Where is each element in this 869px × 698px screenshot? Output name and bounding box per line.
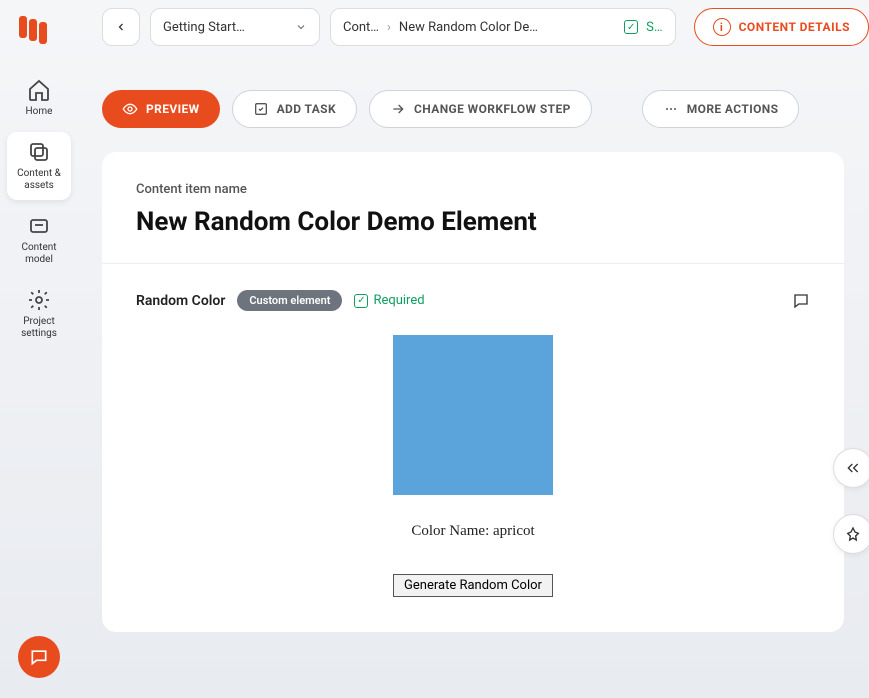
gear-icon — [27, 288, 51, 312]
sidebar-item-content-assets[interactable]: Content & assets — [7, 132, 71, 200]
chevron-right-icon: › — [387, 20, 391, 35]
project-selector[interactable]: Getting Start… — [150, 8, 320, 46]
breadcrumb-parent: Cont… — [343, 20, 379, 35]
task-icon — [253, 101, 269, 117]
custom-element-badge: Custom element — [237, 290, 342, 311]
sidebar-item-label: Project settings — [11, 316, 67, 340]
project-name: Getting Start… — [163, 20, 287, 35]
change-workflow-button[interactable]: CHANGE WORKFLOW STEP — [369, 90, 592, 128]
content-card: Content item name New Random Color Demo … — [102, 152, 844, 632]
content-title[interactable]: New Random Color Demo Element — [136, 207, 810, 237]
home-icon — [27, 78, 51, 102]
generate-color-button[interactable]: Generate Random Color — [393, 574, 553, 597]
topbar: Getting Start… Cont… › New Random Color … — [102, 6, 869, 48]
action-bar: PREVIEW ADD TASK CHANGE WORKFLOW STEP MO… — [102, 90, 869, 128]
content-assets-icon — [27, 140, 51, 164]
custom-element-body: Color Name: apricot Generate Random Colo… — [136, 335, 810, 597]
breadcrumb-current: New Random Color De… — [399, 20, 616, 35]
content-model-icon — [27, 214, 51, 238]
content-details-button[interactable]: i CONTENT DETAILS — [694, 8, 869, 46]
required-indicator: ✓ Required — [354, 293, 424, 308]
content-name-label: Content item name — [136, 182, 810, 197]
back-button[interactable] — [102, 8, 140, 46]
sidebar-item-label: Content model — [11, 242, 67, 266]
chevron-left-icon — [115, 21, 127, 33]
dots-icon — [663, 101, 679, 117]
sidebar-item-home[interactable]: Home — [7, 70, 71, 126]
element-name: Random Color — [136, 293, 225, 309]
app-logo — [19, 10, 59, 50]
side-panel-handle-2[interactable] — [833, 514, 869, 554]
color-name-text: Color Name: apricot — [411, 523, 534, 540]
eye-icon — [122, 101, 138, 117]
info-icon: i — [713, 18, 731, 36]
element-header: Random Color Custom element ✓ Required — [136, 290, 810, 311]
pin-icon — [845, 526, 861, 542]
chevron-left-icon — [845, 460, 861, 476]
breadcrumb[interactable]: Cont… › New Random Color De… ✓ S… — [330, 8, 676, 46]
status-check-icon: ✓ — [624, 20, 638, 34]
content-details-label: CONTENT DETAILS — [739, 20, 850, 34]
side-panel-handle-1[interactable] — [833, 448, 869, 488]
sidebar-item-label: Content & assets — [11, 168, 67, 192]
breadcrumb-status: S… — [646, 20, 662, 35]
sidebar: Home Content & assets Content model Proj… — [0, 0, 78, 698]
color-swatch — [393, 335, 553, 495]
check-icon: ✓ — [354, 294, 368, 308]
divider — [102, 263, 844, 264]
sidebar-item-project-settings[interactable]: Project settings — [7, 280, 71, 348]
arrow-right-icon — [390, 101, 406, 117]
preview-button[interactable]: PREVIEW — [102, 90, 220, 128]
chat-icon — [29, 647, 49, 667]
add-task-button[interactable]: ADD TASK — [232, 90, 357, 128]
main-area: Getting Start… Cont… › New Random Color … — [78, 0, 869, 698]
chat-button[interactable] — [18, 636, 60, 678]
comment-icon[interactable] — [792, 292, 810, 310]
sidebar-item-content-model[interactable]: Content model — [7, 206, 71, 274]
more-actions-button[interactable]: MORE ACTIONS — [642, 90, 800, 128]
sidebar-item-label: Home — [26, 106, 53, 118]
chevron-down-icon — [295, 21, 307, 33]
